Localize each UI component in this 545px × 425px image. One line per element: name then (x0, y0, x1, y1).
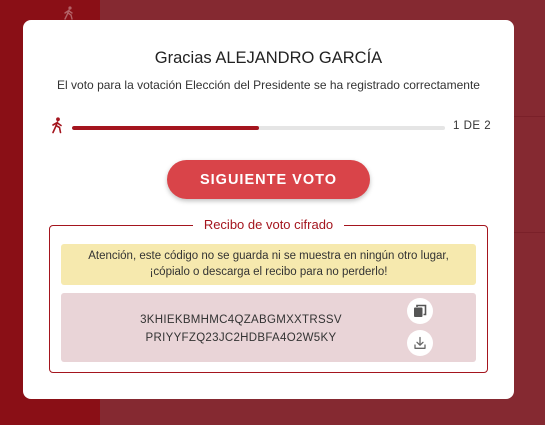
download-receipt-button[interactable] (407, 330, 433, 356)
next-vote-button[interactable]: SIGUIENTE VOTO (167, 160, 370, 199)
receipt-code-line-1: 3KHIEKBMHMC4QZABGMXXTRSSV (140, 314, 342, 326)
receipt-code[interactable]: 3KHIEKBMHMC4QZABGMXXTRSSV PRIYYFZQ23JC2H… (61, 311, 421, 347)
receipt-code-line-2: PRIYYFZQ23JC2HDBFA4O2W5KY (145, 332, 337, 344)
background-walking-person-icon (64, 6, 73, 20)
vote-confirmation-modal: Gracias ALEJANDRO GARCÍA El voto para la… (23, 20, 514, 399)
vote-progress-label: 1 DE 2 (453, 120, 492, 132)
encrypted-receipt-section: Recibo de voto cifrado Atención, este có… (49, 217, 488, 373)
receipt-legend: Recibo de voto cifrado (50, 216, 487, 234)
copy-icon (414, 304, 427, 317)
receipt-legend-text: Recibo de voto cifrado (192, 217, 345, 232)
modal-subtitle: El voto para la votación Elección del Pr… (57, 78, 480, 92)
vote-progress-fill (72, 126, 259, 130)
receipt-code-box: 3KHIEKBMHMC4QZABGMXXTRSSV PRIYYFZQ23JC2H… (61, 293, 476, 362)
walking-person-icon (52, 117, 62, 134)
modal-title: Gracias ALEJANDRO GARCÍA (154, 49, 383, 67)
receipt-warning: Atención, este código no se guarda ni se… (61, 244, 476, 285)
receipt-warning-line-1: Atención, este código no se guarda ni se… (88, 250, 449, 262)
vote-progress-bar (72, 126, 445, 130)
download-icon (414, 336, 426, 349)
receipt-warning-line-2: ¡cópialo o descarga el recibo para no pe… (149, 266, 388, 278)
copy-receipt-button[interactable] (407, 298, 433, 324)
